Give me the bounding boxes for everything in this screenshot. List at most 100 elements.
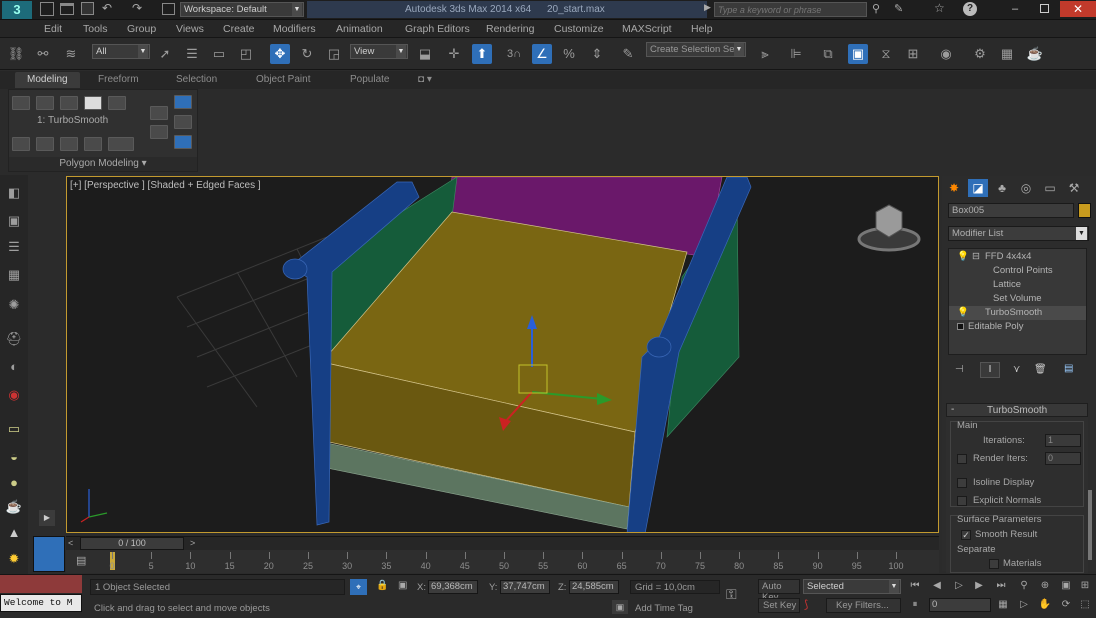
binoculars-icon[interactable]: ⚲ bbox=[872, 2, 880, 15]
menu-animation[interactable]: Animation bbox=[336, 23, 383, 35]
ribbon-tool-2-icon[interactable] bbox=[36, 137, 54, 151]
ribbon-side-2-icon[interactable] bbox=[150, 125, 168, 139]
box-icon[interactable]: ▭ bbox=[4, 419, 24, 439]
materials-checkbox[interactable] bbox=[989, 559, 999, 569]
workspace-dropdown[interactable]: Workspace: Default ▼ bbox=[180, 2, 304, 17]
auto-key-button[interactable]: Auto Key bbox=[758, 579, 800, 603]
bulb-icon[interactable]: 💡 bbox=[957, 306, 969, 320]
move-tool-icon[interactable]: ✛ bbox=[444, 44, 464, 64]
menu-help[interactable]: Help bbox=[691, 23, 713, 35]
create-tab-icon[interactable]: ✸ bbox=[944, 179, 964, 197]
dome-icon[interactable]: ◒ bbox=[4, 447, 24, 467]
pin-stack-icon[interactable]: ⊣ bbox=[955, 364, 964, 375]
tab-selection[interactable]: Selection bbox=[176, 74, 217, 85]
remove-modifier-icon[interactable]: 🗑 bbox=[1034, 364, 1047, 375]
search-input[interactable] bbox=[714, 2, 867, 17]
pivot-center-icon[interactable]: ⬓ bbox=[415, 44, 435, 64]
motion-tab-icon[interactable]: ◎ bbox=[1016, 179, 1036, 197]
render-iters-checkbox[interactable] bbox=[957, 454, 967, 464]
menu-rendering[interactable]: Rendering bbox=[486, 23, 534, 35]
ribbon-options-icon[interactable]: ◘ ▾ bbox=[418, 74, 432, 85]
select-by-name-icon[interactable]: ☰ bbox=[182, 44, 202, 64]
configure-sets-icon[interactable]: ▤ bbox=[1064, 363, 1073, 374]
cone-icon[interactable]: ▲ bbox=[4, 523, 24, 543]
edge-mode-icon[interactable] bbox=[36, 96, 54, 110]
key-filters-button[interactable]: Key Filters... bbox=[826, 598, 901, 613]
new-file-icon[interactable] bbox=[40, 2, 54, 16]
search-expand-icon[interactable]: ▶ bbox=[704, 2, 711, 13]
link-icon[interactable]: ⛓ bbox=[6, 44, 26, 64]
vertex-mode-icon[interactable] bbox=[12, 96, 30, 110]
window-crossing-icon[interactable]: ◰ bbox=[236, 44, 256, 64]
make-unique-icon[interactable]: ⋎ bbox=[1013, 364, 1020, 375]
track-bar[interactable]: ▤ 0 5 10 15 20 25 30 35 40 45 50 55 60 65 70 75 80 85 90 95… bbox=[66, 550, 939, 573]
modifier-list-dropdown[interactable]: Modifier List ▼ bbox=[948, 226, 1089, 241]
ribbon-tool-5-icon[interactable] bbox=[108, 137, 134, 151]
set-key-button[interactable]: Set Key bbox=[758, 598, 800, 613]
select-object-icon[interactable]: ➚ bbox=[155, 44, 175, 64]
explicit-normals-checkbox[interactable] bbox=[957, 496, 967, 506]
border-mode-icon[interactable] bbox=[60, 96, 78, 110]
render-teapot-icon[interactable]: ☕ bbox=[1025, 44, 1045, 64]
menu-customize[interactable]: Customize bbox=[554, 23, 604, 35]
rollout-header[interactable]: - TurboSmooth bbox=[946, 403, 1088, 417]
ribbon-tool-1-icon[interactable] bbox=[12, 137, 30, 151]
zoom-extents-all-icon[interactable]: ⊞ bbox=[1078, 579, 1092, 593]
time-slider[interactable]: 0 / 100 bbox=[80, 537, 184, 550]
panel-label[interactable]: Polygon Modeling ▾ bbox=[9, 157, 197, 171]
stack-item-control-points[interactable]: Control Points bbox=[949, 264, 1086, 278]
redo-icon[interactable]: ↷ bbox=[132, 1, 142, 15]
polygon-mode-icon[interactable] bbox=[84, 96, 102, 110]
maxscript-listener-field[interactable]: Welcome to M bbox=[0, 594, 82, 612]
perspective-viewport[interactable]: [+] [Perspective ] [Shaded + Edged Faces… bbox=[66, 176, 939, 533]
ribbon-side-1-icon[interactable] bbox=[150, 106, 168, 120]
time-tag-icon[interactable]: ▣ bbox=[612, 600, 628, 614]
absolute-mode-icon[interactable]: ▣ bbox=[398, 580, 407, 591]
bulb-icon[interactable]: 💡 bbox=[957, 250, 969, 264]
scale-icon[interactable]: ◲ bbox=[324, 44, 344, 64]
grid-icon[interactable]: ▦ bbox=[4, 265, 24, 285]
field-of-view-icon[interactable]: ▷ bbox=[1017, 598, 1031, 612]
reference-coordinate-dropdown[interactable]: View ▼ bbox=[350, 44, 408, 59]
current-frame-field[interactable]: 0 bbox=[929, 598, 991, 612]
selection-filter-dropdown[interactable]: All ▼ bbox=[92, 44, 150, 59]
ball-icon[interactable]: ● bbox=[4, 473, 24, 493]
stack-item-turbosmooth[interactable]: 💡 TurboSmooth bbox=[949, 306, 1086, 320]
ribbon-tool-4-icon[interactable] bbox=[84, 137, 102, 151]
tab-freeform[interactable]: Freeform bbox=[98, 74, 139, 85]
key-icon[interactable]: ⚿ bbox=[726, 586, 737, 603]
curve-editor-icon[interactable]: ⧖ bbox=[876, 44, 896, 64]
maximize-viewport-icon[interactable]: ⬚ bbox=[1078, 598, 1092, 612]
utilities-tab-icon[interactable]: ⚒ bbox=[1064, 179, 1084, 197]
expand-icon[interactable]: ⊟ bbox=[972, 250, 980, 264]
smooth-result-checkbox[interactable]: ✓ bbox=[961, 530, 971, 540]
display-tab-icon[interactable]: ▭ bbox=[1040, 179, 1060, 197]
render-setup-icon[interactable]: ⚙ bbox=[970, 44, 990, 64]
rect-selection-icon[interactable]: ▭ bbox=[209, 44, 229, 64]
element-mode-icon[interactable] bbox=[108, 96, 126, 110]
percent-snap-icon[interactable]: % bbox=[559, 44, 579, 64]
sun-icon[interactable]: ✹ bbox=[4, 549, 24, 569]
key-mode-toggle-icon[interactable]: ⏸ bbox=[908, 598, 922, 612]
maximize-icon[interactable] bbox=[1040, 4, 1049, 13]
render-iters-spinner[interactable]: 0 bbox=[1045, 452, 1081, 465]
walk-icon[interactable]: ⛑ bbox=[4, 329, 24, 349]
tab-object-paint[interactable]: Object Paint bbox=[256, 74, 310, 85]
menu-group[interactable]: Group bbox=[127, 23, 156, 35]
play-icon[interactable]: ▷ bbox=[952, 579, 966, 593]
rotate-icon[interactable]: ↻ bbox=[297, 44, 317, 64]
spinner-snap-icon[interactable]: ⇕ bbox=[587, 44, 607, 64]
previous-frame-icon[interactable]: ◀ bbox=[930, 579, 944, 593]
unlink-icon[interactable]: ⚯ bbox=[33, 44, 53, 64]
orbit-icon[interactable]: ⟳ bbox=[1059, 598, 1073, 612]
show-end-result-icon[interactable]: I bbox=[980, 362, 1000, 378]
stack-item-lattice[interactable]: Lattice bbox=[949, 278, 1086, 292]
render-view-icon[interactable]: ▣ bbox=[4, 211, 24, 231]
next-frame-icon[interactable]: ▶ bbox=[972, 579, 986, 593]
material-editor-icon[interactable]: ◉ bbox=[936, 44, 956, 64]
menu-edit[interactable]: Edit bbox=[44, 23, 62, 35]
tools-icon[interactable]: ✎ bbox=[894, 2, 903, 15]
stack-item-editable-poly[interactable]: Editable Poly bbox=[949, 320, 1086, 334]
modify-tab-icon[interactable]: ◪ bbox=[968, 179, 988, 197]
menu-graph-editors[interactable]: Graph Editors bbox=[405, 23, 470, 35]
